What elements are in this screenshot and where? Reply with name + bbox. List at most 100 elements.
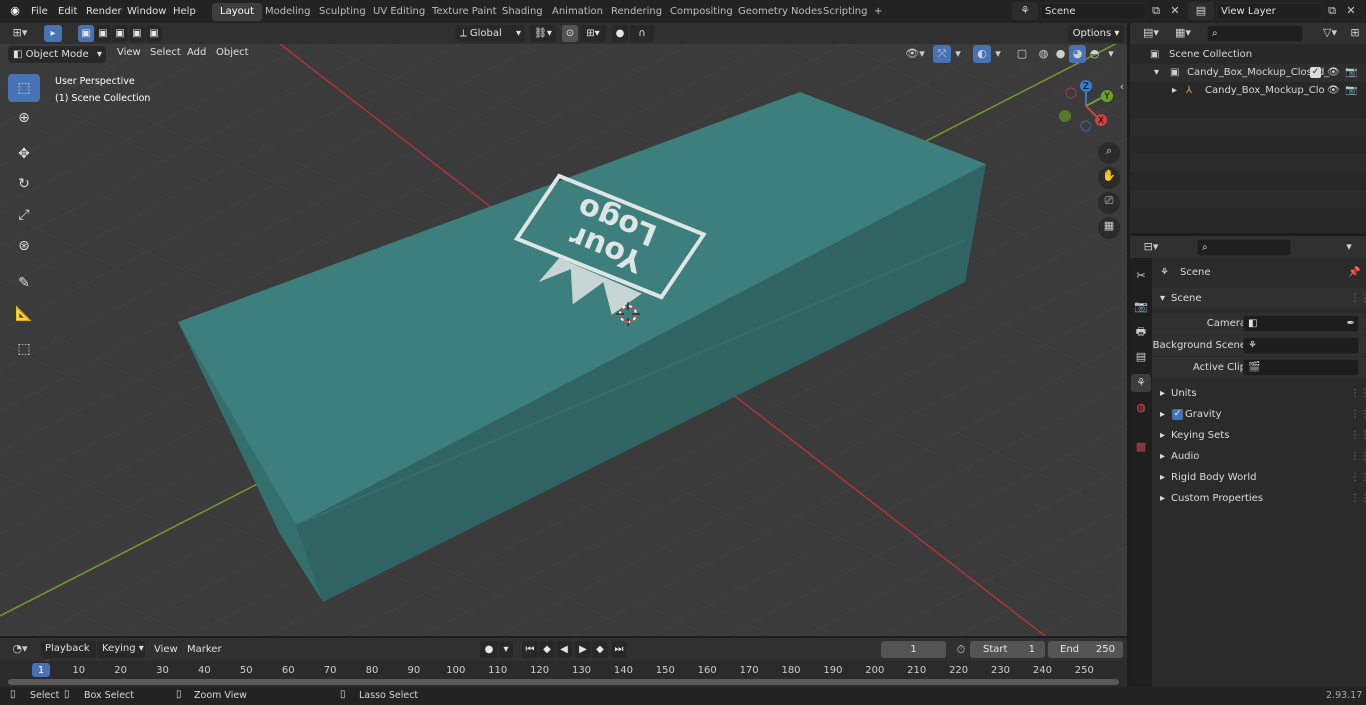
custom-properties-panel[interactable]: ▸ Custom Properties ⋮⋮ — [1152, 488, 1366, 509]
scene-name-field[interactable]: Scene — [1040, 3, 1146, 20]
world-tab-icon[interactable]: ◍ — [1131, 399, 1151, 417]
scene-panel-header[interactable]: ▾ Scene ⋮⋮ — [1152, 288, 1366, 309]
rotate-tool[interactable]: ↻ — [8, 170, 40, 198]
select-box-tool[interactable]: ⬚ — [8, 74, 40, 102]
view-layer-field[interactable]: View Layer — [1216, 3, 1322, 20]
camera-view-icon[interactable]: ⎚ — [1098, 192, 1120, 214]
new-scene-icon[interactable]: ⧉ — [1147, 2, 1165, 20]
visibility-selector-icon[interactable]: 👁▾ — [902, 45, 928, 63]
camera-field[interactable]: ◧ ✒ — [1243, 315, 1359, 332]
solid-shading-icon[interactable]: ● — [1052, 45, 1069, 63]
outliner-row-scene-collection[interactable]: ▣ Scene Collection — [1130, 46, 1366, 64]
select-subtract-icon[interactable]: ▣ — [112, 25, 128, 42]
xray-toggle-icon[interactable]: ▢ — [1013, 45, 1031, 63]
start-frame-field[interactable]: Start 1 — [970, 641, 1045, 658]
texture-tab-icon[interactable]: ▩ — [1131, 438, 1151, 456]
rigid-body-world-panel[interactable]: ▸ Rigid Body World ⋮⋮ — [1152, 467, 1366, 488]
select-extend-icon[interactable]: ▣ — [95, 25, 111, 42]
tab-animation[interactable]: Animation — [544, 3, 611, 21]
display-mode-icon[interactable]: ▦▾ — [1169, 24, 1197, 42]
play-button[interactable]: ▶ — [575, 641, 591, 658]
overlays-toggle-icon[interactable]: ◐ — [973, 45, 991, 63]
background-scene-field[interactable]: ⚘ — [1243, 337, 1359, 354]
object-mode-dropdown[interactable]: ◧ Object Mode ▾ — [8, 46, 106, 63]
eyedropper-icon[interactable]: ✒ — [1347, 316, 1355, 331]
scale-tool[interactable]: ⤢ — [8, 201, 40, 229]
stopwatch-icon[interactable]: ⏱ — [952, 641, 970, 659]
menu-window[interactable]: Window — [121, 0, 172, 23]
gravity-checkbox[interactable]: ✓ — [1172, 409, 1183, 420]
transform-tool[interactable]: ⊛ — [8, 232, 40, 260]
viewport-menu-add[interactable]: Add — [181, 43, 212, 63]
outliner-row-object[interactable]: ▸ ⅄ Candy_Box_Mockup_Clo 👁 📷 — [1130, 82, 1366, 100]
hand-pan-icon[interactable]: ✋ — [1098, 167, 1120, 189]
jump-keyframe-back-button[interactable]: ◆ — [539, 641, 555, 658]
falloff-dropdown[interactable]: ∩ — [630, 25, 654, 42]
pin-icon[interactable]: 📌 — [1348, 262, 1360, 283]
record-button[interactable]: ● — [480, 641, 498, 658]
zoom-icon[interactable]: ⌕ — [1098, 142, 1120, 164]
render-tab-icon[interactable]: 📷 — [1131, 298, 1151, 316]
tab-texture-paint[interactable]: Texture Paint — [424, 3, 505, 21]
select-intersect-icon[interactable]: ▣ — [146, 25, 162, 42]
tab-compositing[interactable]: Compositing — [662, 3, 741, 21]
measure-tool[interactable]: 📐 — [8, 300, 40, 328]
add-cube-tool[interactable]: ⬚ — [8, 335, 40, 363]
material-shading-icon[interactable]: ◕ — [1069, 45, 1086, 63]
new-view-layer-icon[interactable]: ⧉ — [1323, 2, 1341, 20]
expand-arrow-icon[interactable]: ▸ — [1172, 82, 1177, 100]
editor-type-icon[interactable]: ⊞▾ — [6, 24, 34, 42]
delete-view-layer-icon[interactable]: ✕ — [1342, 2, 1360, 20]
timeline-view-menu[interactable]: View — [148, 638, 184, 661]
camera-icon[interactable]: 📷 — [1345, 64, 1357, 82]
menu-file[interactable]: File — [25, 0, 54, 23]
outliner-search-input[interactable]: ⌕ — [1207, 25, 1303, 42]
properties-editor-type-icon[interactable]: ⊟▾ — [1137, 238, 1165, 256]
timeline-marker-menu[interactable]: Marker — [181, 638, 228, 661]
jump-end-button[interactable]: ⏭ — [611, 641, 627, 658]
properties-search-input[interactable]: ⌕ — [1197, 239, 1291, 256]
keying-sets-panel[interactable]: ▸ Keying Sets ⋮⋮ — [1152, 425, 1366, 446]
snap-target-dropdown[interactable]: ⊞▾ — [580, 25, 606, 42]
options-dropdown[interactable]: Options ▾ — [1068, 25, 1124, 42]
perspective-toggle-icon[interactable]: ▦ — [1098, 217, 1120, 239]
drag-handle-icon[interactable]: ⋮⋮ — [1350, 488, 1366, 509]
drag-handle-icon[interactable]: ⋮⋮ — [1350, 288, 1366, 309]
3d-viewport[interactable]: Your Logo Z Y X User Perspective (1) Sce… — [0, 44, 1127, 636]
tab-uv-editing[interactable]: UV Editing — [365, 3, 433, 21]
move-tool[interactable]: ✥ — [8, 140, 40, 168]
play-reverse-button[interactable]: ◀ — [556, 641, 572, 658]
snap-toggle[interactable]: ⊙ — [562, 25, 578, 42]
properties-options-icon[interactable]: ▾ — [1340, 238, 1358, 256]
end-frame-field[interactable]: End 250 — [1048, 641, 1123, 658]
keying-menu[interactable]: Keying ▾ — [98, 641, 145, 658]
checkbox-icon[interactable]: ✓ — [1310, 67, 1321, 78]
transform-orientation-dropdown[interactable]: ⟂ Global ▾ — [455, 25, 525, 42]
select-mode-button[interactable]: ▸ — [44, 25, 62, 42]
cursor-tool[interactable]: ⊕ — [8, 104, 40, 132]
camera-icon[interactable]: 📷 — [1345, 82, 1357, 100]
blender-logo-icon[interactable]: ◉ — [6, 2, 24, 20]
drag-handle-icon[interactable]: ⋮⋮ — [1350, 404, 1366, 425]
menu-edit[interactable]: Edit — [52, 0, 83, 23]
view-layer-tab-icon[interactable]: ▤ — [1131, 348, 1151, 366]
outliner-row-collection[interactable]: ▾ ▣ Candy_Box_Mockup_Closed_ ✓ 👁 📷 — [1130, 64, 1366, 82]
gizmo-dropdown-icon[interactable]: ▾ — [952, 45, 964, 63]
annotate-tool[interactable]: ✎ — [8, 269, 40, 297]
gravity-panel[interactable]: ▸ ✓ Gravity ⋮⋮ — [1152, 404, 1366, 425]
select-box-mode-icon[interactable]: ▣ — [78, 25, 94, 42]
record-dropdown[interactable]: ▾ — [499, 641, 513, 658]
view-layer-icon[interactable]: ▤ — [1188, 2, 1214, 20]
jump-keyframe-forward-button[interactable]: ◆ — [592, 641, 608, 658]
delete-scene-icon[interactable]: ✕ — [1166, 2, 1184, 20]
gizmo-toggle-icon[interactable]: ⤧ — [933, 45, 951, 63]
active-clip-field[interactable]: 🎬 — [1243, 359, 1359, 376]
shading-dropdown-icon[interactable]: ▾ — [1105, 45, 1117, 63]
audio-panel[interactable]: ▸ Audio ⋮⋮ — [1152, 446, 1366, 467]
timeline-scrollbar[interactable] — [8, 679, 1119, 685]
menu-help[interactable]: Help — [167, 0, 202, 23]
select-invert-icon[interactable]: ▣ — [129, 25, 145, 42]
tab-shading[interactable]: Shading — [494, 3, 551, 21]
tool-tab-icon[interactable]: ✂ — [1131, 267, 1151, 285]
units-panel[interactable]: ▸ Units ⋮⋮ — [1152, 383, 1366, 404]
